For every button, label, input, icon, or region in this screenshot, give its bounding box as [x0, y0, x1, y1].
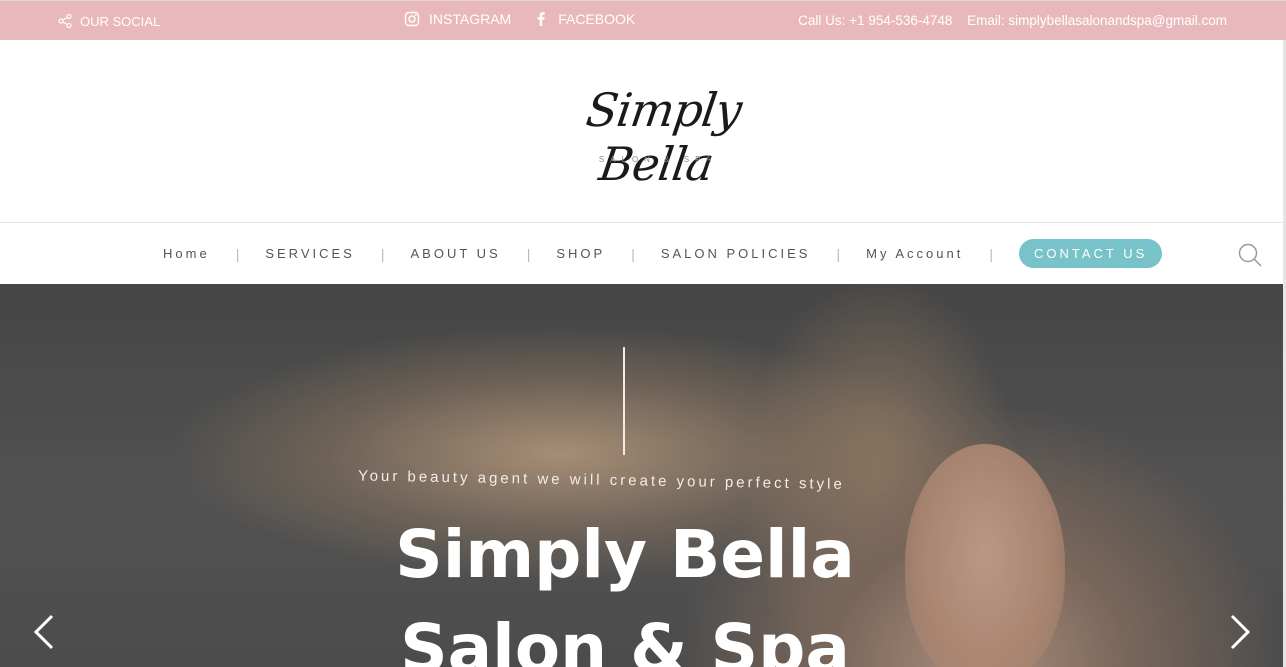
nav-separator: |	[235, 245, 240, 262]
nav-home-label: Home	[163, 246, 210, 261]
hero-title-line-2: Salon & Spa	[400, 610, 850, 667]
instagram-link[interactable]: INSTAGRAM	[404, 11, 511, 27]
nav-about-label: ABOUT US	[410, 246, 501, 261]
contact-us-button[interactable]: CONTACT US	[1018, 239, 1163, 268]
phone-text[interactable]: Call Us: +1 954-536-4748	[798, 13, 952, 28]
nav-item-shop[interactable]: SHOP	[556, 246, 605, 261]
social-links: INSTAGRAM FACEBOOK	[404, 11, 635, 27]
nav-item-home[interactable]: Home	[163, 246, 210, 261]
nav-item-my-account[interactable]: My Account	[866, 246, 963, 261]
nav-services-label: SERVICES	[265, 246, 355, 261]
nav-item-about-us[interactable]: ABOUT US	[410, 246, 500, 261]
main-nav: Home | SERVICES | ABOUT US | SHOP | SALO…	[0, 222, 1286, 284]
facebook-link[interactable]: FACEBOOK	[533, 11, 635, 27]
search-icon[interactable]	[1237, 242, 1263, 268]
instagram-label: INSTAGRAM	[429, 11, 512, 27]
nav-policies-label: SALON POLICIES	[660, 246, 811, 261]
our-social: OUR SOCIAL	[57, 13, 160, 29]
hero-divider-line	[623, 347, 625, 455]
nav-separator: |	[526, 245, 531, 262]
chevron-right-icon[interactable]	[1228, 614, 1252, 650]
facebook-label: FACEBOOK	[558, 11, 636, 27]
nav-separator: |	[380, 245, 385, 262]
email-text[interactable]: Email: simplybellasalonandspa@gmail.com	[967, 13, 1227, 28]
nav-item-services[interactable]: SERVICES	[265, 246, 355, 261]
our-social-label: OUR SOCIAL	[80, 13, 161, 29]
instagram-icon	[404, 11, 420, 27]
hero-title: Simply Bella Salon & Spa	[300, 508, 950, 667]
site-header: Simply Bella SALON & SPA	[0, 40, 1286, 222]
site-logo[interactable]: Simply Bella SALON & SPA	[530, 83, 790, 191]
top-bar: OUR SOCIAL INSTAGRAM FACEBOOK Call Us: +…	[0, 0, 1286, 40]
share-icon	[58, 13, 72, 29]
contact-info: Call Us: +1 954-536-4748 Email: simplybe…	[798, 13, 1227, 28]
logo-subtitle: SALON & SPA	[598, 155, 718, 164]
hero-title-line-1: Simply Bella	[395, 516, 855, 593]
nav-separator: |	[989, 245, 993, 262]
logo-script: Simply Bella	[583, 83, 745, 191]
nav-shop-label: SHOP	[556, 246, 606, 261]
nav-separator: |	[836, 245, 841, 262]
nav-item-salon-policies[interactable]: SALON POLICIES	[661, 246, 811, 261]
facebook-icon	[537, 12, 545, 26]
chevron-left-icon[interactable]	[32, 614, 56, 650]
hero-slider: Your beauty agent we will create your pe…	[0, 284, 1286, 667]
nav-separator: |	[631, 245, 635, 262]
nav-menu: Home | SERVICES | ABOUT US | SHOP | SALO…	[163, 239, 1163, 268]
nav-account-label: My Account	[866, 246, 964, 261]
